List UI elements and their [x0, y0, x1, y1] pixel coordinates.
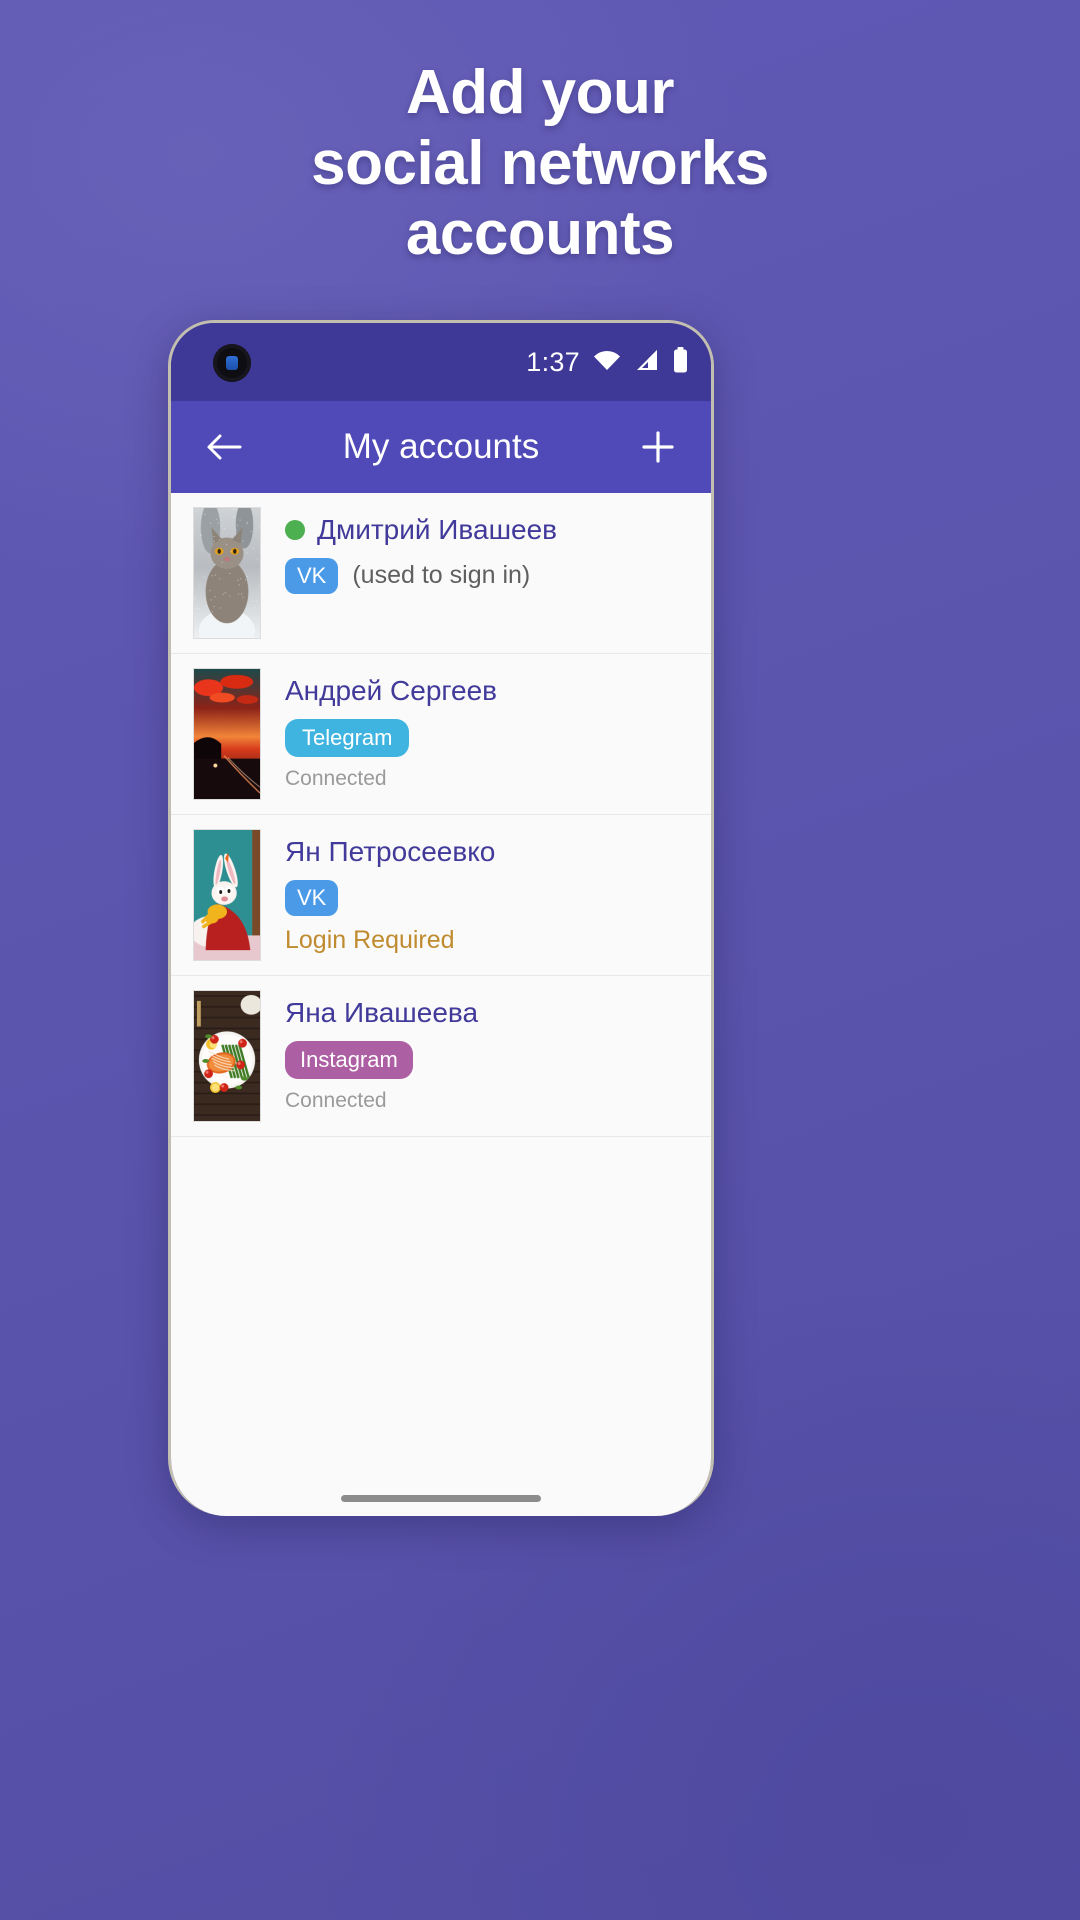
account-note: (used to sign in) — [352, 561, 530, 590]
page-title-line-2: social networks — [0, 129, 1080, 200]
plus-icon — [639, 428, 677, 466]
accounts-list: Дмитрий Ивашеев VK (used to sign in) Андрей… — [171, 493, 711, 1137]
phone-mockup: 1:37 My accounts Дмитрий Ивашеев VK (use… — [168, 320, 714, 1516]
wifi-icon — [592, 348, 622, 377]
account-name: Ян Петросеевко — [285, 837, 495, 868]
account-network-row: Instagram — [285, 1041, 711, 1079]
account-network-row: VK (used to sign in) — [285, 558, 711, 594]
front-camera-punch-hole — [213, 344, 251, 382]
red-sunset-landscape-photo — [194, 669, 260, 799]
account-name-row: Андрей Сергеев — [285, 676, 711, 707]
home-gesture-indicator[interactable] — [341, 1495, 541, 1502]
account-status-text: Login Required — [285, 926, 711, 955]
cartoon-rabbit-photo — [194, 830, 260, 960]
status-bar-indicators: 1:37 — [526, 323, 689, 401]
accounts-screen-content: Дмитрий Ивашеев VK (used to sign in) Андрей… — [171, 493, 711, 1516]
account-details: Яна Ивашеева Instagram Connected — [261, 990, 711, 1113]
account-avatar — [193, 829, 261, 961]
back-button[interactable] — [197, 420, 251, 474]
account-details: Дмитрий Ивашеев VK (used to sign in) — [261, 507, 711, 604]
app-bar: My accounts — [171, 401, 711, 493]
account-name: Яна Ивашеева — [285, 998, 478, 1029]
account-avatar — [193, 668, 261, 800]
status-bar-clock: 1:37 — [526, 347, 580, 378]
salmon-asparagus-dish-photo — [194, 991, 260, 1121]
account-name: Андрей Сергеев — [285, 676, 497, 707]
status-bar: 1:37 — [171, 323, 711, 401]
account-list-item[interactable]: Андрей Сергеев Telegram Connected — [171, 654, 711, 815]
account-network-row: Telegram — [285, 719, 711, 757]
back-arrow-icon — [205, 431, 243, 463]
account-list-item[interactable]: Ян Петросеевко VK Login Required — [171, 815, 711, 976]
account-list-item[interactable]: Яна Ивашеева Instagram Connected — [171, 976, 711, 1137]
account-name: Дмитрий Ивашеев — [317, 515, 557, 546]
page-title-line-1: Add your — [0, 58, 1080, 129]
page-title-line-3: accounts — [0, 199, 1080, 270]
network-badge-instagram[interactable]: Instagram — [285, 1041, 413, 1079]
network-badge-vk[interactable]: VK — [285, 558, 338, 594]
account-network-row: VK — [285, 880, 711, 916]
gesture-bar-area — [171, 1495, 711, 1502]
app-bar-title: My accounts — [171, 427, 711, 467]
account-name-row: Ян Петросеевко — [285, 837, 711, 868]
online-status-dot-icon — [285, 520, 305, 540]
cat-in-snow-photo — [194, 508, 260, 638]
account-avatar — [193, 990, 261, 1122]
account-details: Ян Петросеевко VK Login Required — [261, 829, 711, 955]
cellular-signal-icon — [634, 348, 660, 377]
network-badge-telegram[interactable]: Telegram — [285, 719, 409, 757]
account-status-text: Connected — [285, 767, 711, 791]
account-name-row: Дмитрий Ивашеев — [285, 515, 711, 546]
battery-icon — [672, 347, 689, 378]
page-title: Add your social networks accounts — [0, 58, 1080, 270]
account-status-text: Connected — [285, 1089, 711, 1113]
account-list-item[interactable]: Дмитрий Ивашеев VK (used to sign in) — [171, 493, 711, 654]
account-details: Андрей Сергеев Telegram Connected — [261, 668, 711, 791]
network-badge-vk[interactable]: VK — [285, 880, 338, 916]
account-name-row: Яна Ивашеева — [285, 998, 711, 1029]
add-account-button[interactable] — [631, 420, 685, 474]
account-avatar — [193, 507, 261, 639]
